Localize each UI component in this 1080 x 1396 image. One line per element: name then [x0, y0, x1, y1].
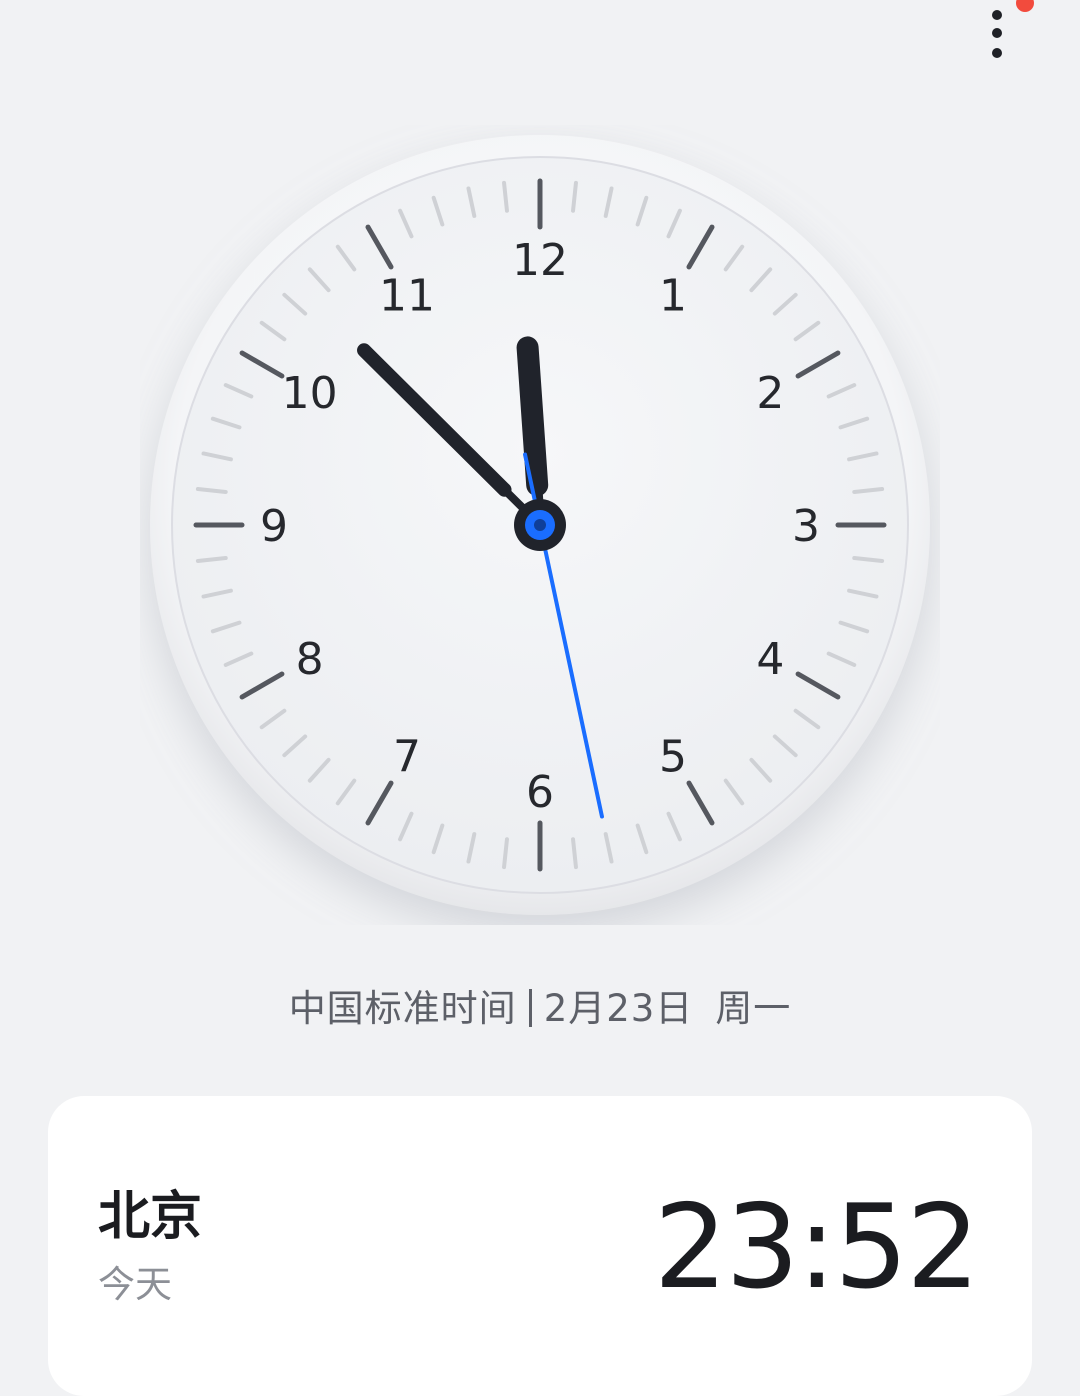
timezone-label: 中国标准时间 [288, 987, 517, 1030]
separator [528, 989, 532, 1027]
clock-number: 1 [659, 271, 687, 322]
date-line: 中国标准时间 2月23日 周一 [0, 978, 1080, 1032]
clock-number: 8 [296, 634, 324, 685]
date-label: 2月23日 [543, 987, 694, 1030]
clock-number: 7 [393, 731, 421, 782]
more-vertical-icon [992, 10, 1002, 20]
notification-badge [1016, 0, 1034, 12]
clock-number: 10 [282, 368, 338, 419]
analog-clock: 12 1 2 3 4 5 6 7 8 9 10 11 [140, 125, 940, 925]
city-name: 北京 [98, 1187, 203, 1247]
city-day: 今天 [98, 1263, 172, 1306]
city-time: 23:52 [653, 1180, 980, 1315]
clock-number: 3 [792, 501, 820, 552]
clock-number: 9 [260, 501, 288, 552]
center-pin [534, 519, 546, 531]
clock-number: 5 [659, 731, 687, 782]
more-vertical-icon-dot [992, 48, 1002, 58]
weekday-label: 周一 [715, 987, 792, 1030]
clock-face: 121234567891011 [150, 135, 930, 915]
clock-number: 4 [756, 634, 784, 685]
clock-number: 6 [526, 767, 554, 818]
more-options-button[interactable] [975, 4, 1019, 64]
world-clock-card[interactable]: 北京 今天 23:52 [48, 1096, 1032, 1396]
clock-number: 12 [512, 235, 568, 286]
clock-number: 2 [756, 368, 784, 419]
more-vertical-icon-dot [992, 28, 1002, 38]
clock-number: 11 [379, 271, 435, 322]
